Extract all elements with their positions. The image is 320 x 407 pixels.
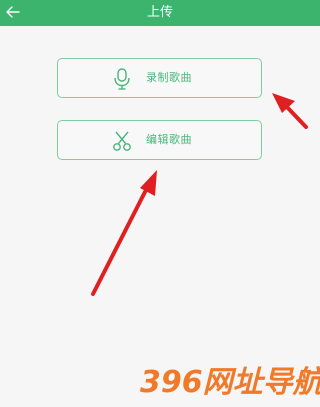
watermark: 396网址导航 (140, 365, 320, 400)
annotation-arrow-edit (91, 170, 157, 296)
annotation-arrow-record (272, 93, 308, 129)
annotation-arrows (91, 93, 308, 296)
